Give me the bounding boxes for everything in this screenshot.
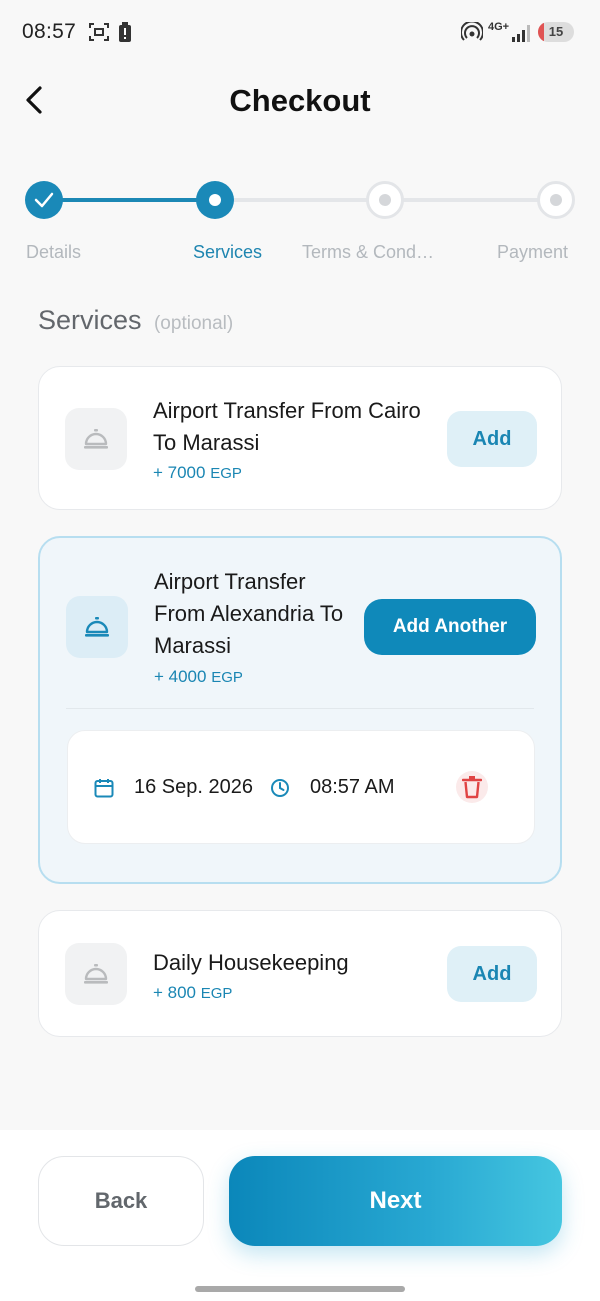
price-currency: EGP <box>211 669 243 686</box>
booking-time[interactable]: 08:57 AM <box>310 776 395 799</box>
trash-icon <box>462 776 482 799</box>
page-title: Checkout <box>229 83 371 118</box>
signal-icon <box>512 24 532 47</box>
delete-booking-button[interactable] <box>456 771 488 803</box>
step-services-dot[interactable] <box>196 181 234 219</box>
hotspot-icon <box>460 20 484 47</box>
clock-icon[interactable] <box>270 778 290 803</box>
network-label: 4G+ <box>488 21 510 33</box>
service-card: Airport Transfer From Cairo To Marassi +… <box>38 366 562 510</box>
step-payment-dot[interactable] <box>537 181 575 219</box>
section-title: Services <box>38 305 142 335</box>
header: Checkout <box>0 70 600 130</box>
price-amount: + 800 <box>153 983 197 1002</box>
service-price: + 7000 EGP <box>153 463 242 483</box>
service-title-line: To Marassi <box>153 430 260 455</box>
price-amount: + 4000 <box>154 667 207 686</box>
step-terms-dot[interactable] <box>366 181 404 219</box>
step-label-details[interactable]: Details <box>26 242 81 263</box>
status-bar: 08:57 4G+ 15 <box>0 0 600 64</box>
booking-date[interactable]: 16 Sep. 2026 <box>134 776 253 799</box>
battery-alert-icon <box>118 22 132 47</box>
booking-row: 16 Sep. 2026 08:57 AM <box>67 730 535 844</box>
service-title: Daily Housekeeping <box>153 950 349 975</box>
service-price: + 4000 EGP <box>154 667 243 687</box>
service-title-line: Airport Transfer From Cairo <box>153 398 421 423</box>
room-service-icon <box>84 429 108 449</box>
service-card-expanded: Airport Transfer From Alexandria To Mara… <box>38 536 562 884</box>
service-icon <box>65 408 127 470</box>
room-service-icon <box>85 617 109 637</box>
step-label-terms[interactable]: Terms & Cond… <box>302 242 434 263</box>
service-title: Airport Transfer From Alexandria To Mara… <box>154 566 343 662</box>
service-card: Daily Housekeeping + 800 EGP Add <box>38 910 562 1037</box>
next-button[interactable]: Next <box>229 1156 562 1246</box>
check-icon <box>34 192 54 208</box>
price-currency: EGP <box>200 985 233 1002</box>
divider <box>66 708 534 709</box>
status-time: 08:57 <box>22 20 77 43</box>
price-currency: EGP <box>210 465 242 482</box>
checkout-stepper: Details Services Terms & Cond… Payment <box>0 178 600 278</box>
service-title: Airport Transfer From Cairo To Marassi <box>153 395 421 459</box>
service-price: + 800 EGP <box>153 983 232 1003</box>
bottom-action-bar: Back Next <box>0 1130 600 1301</box>
room-service-icon <box>84 964 108 984</box>
price-amount: + 7000 <box>153 463 206 482</box>
step-details-dot[interactable] <box>25 181 63 219</box>
service-title-line: Marassi <box>154 633 232 658</box>
service-icon <box>66 596 128 658</box>
back-button[interactable]: Back <box>38 1156 204 1246</box>
add-service-button[interactable]: Add <box>447 411 537 467</box>
step-connector-done <box>44 198 214 202</box>
section-subtitle: (optional) <box>153 313 234 334</box>
step-label-services[interactable]: Services <box>193 242 262 263</box>
home-indicator[interactable] <box>195 1286 405 1292</box>
calendar-icon[interactable] <box>94 778 114 803</box>
screenshot-icon <box>88 22 110 47</box>
add-another-button[interactable]: Add Another <box>364 599 536 655</box>
section-heading: Services (optional) <box>38 305 233 336</box>
service-title-line: Airport Transfer <box>154 569 306 594</box>
service-icon <box>65 943 127 1005</box>
battery-level: 15 <box>548 24 564 39</box>
battery-indicator: 15 <box>538 22 574 42</box>
service-title-line: From Alexandria To <box>154 601 344 626</box>
step-label-payment[interactable]: Payment <box>497 242 568 263</box>
add-service-button[interactable]: Add <box>447 946 537 1002</box>
